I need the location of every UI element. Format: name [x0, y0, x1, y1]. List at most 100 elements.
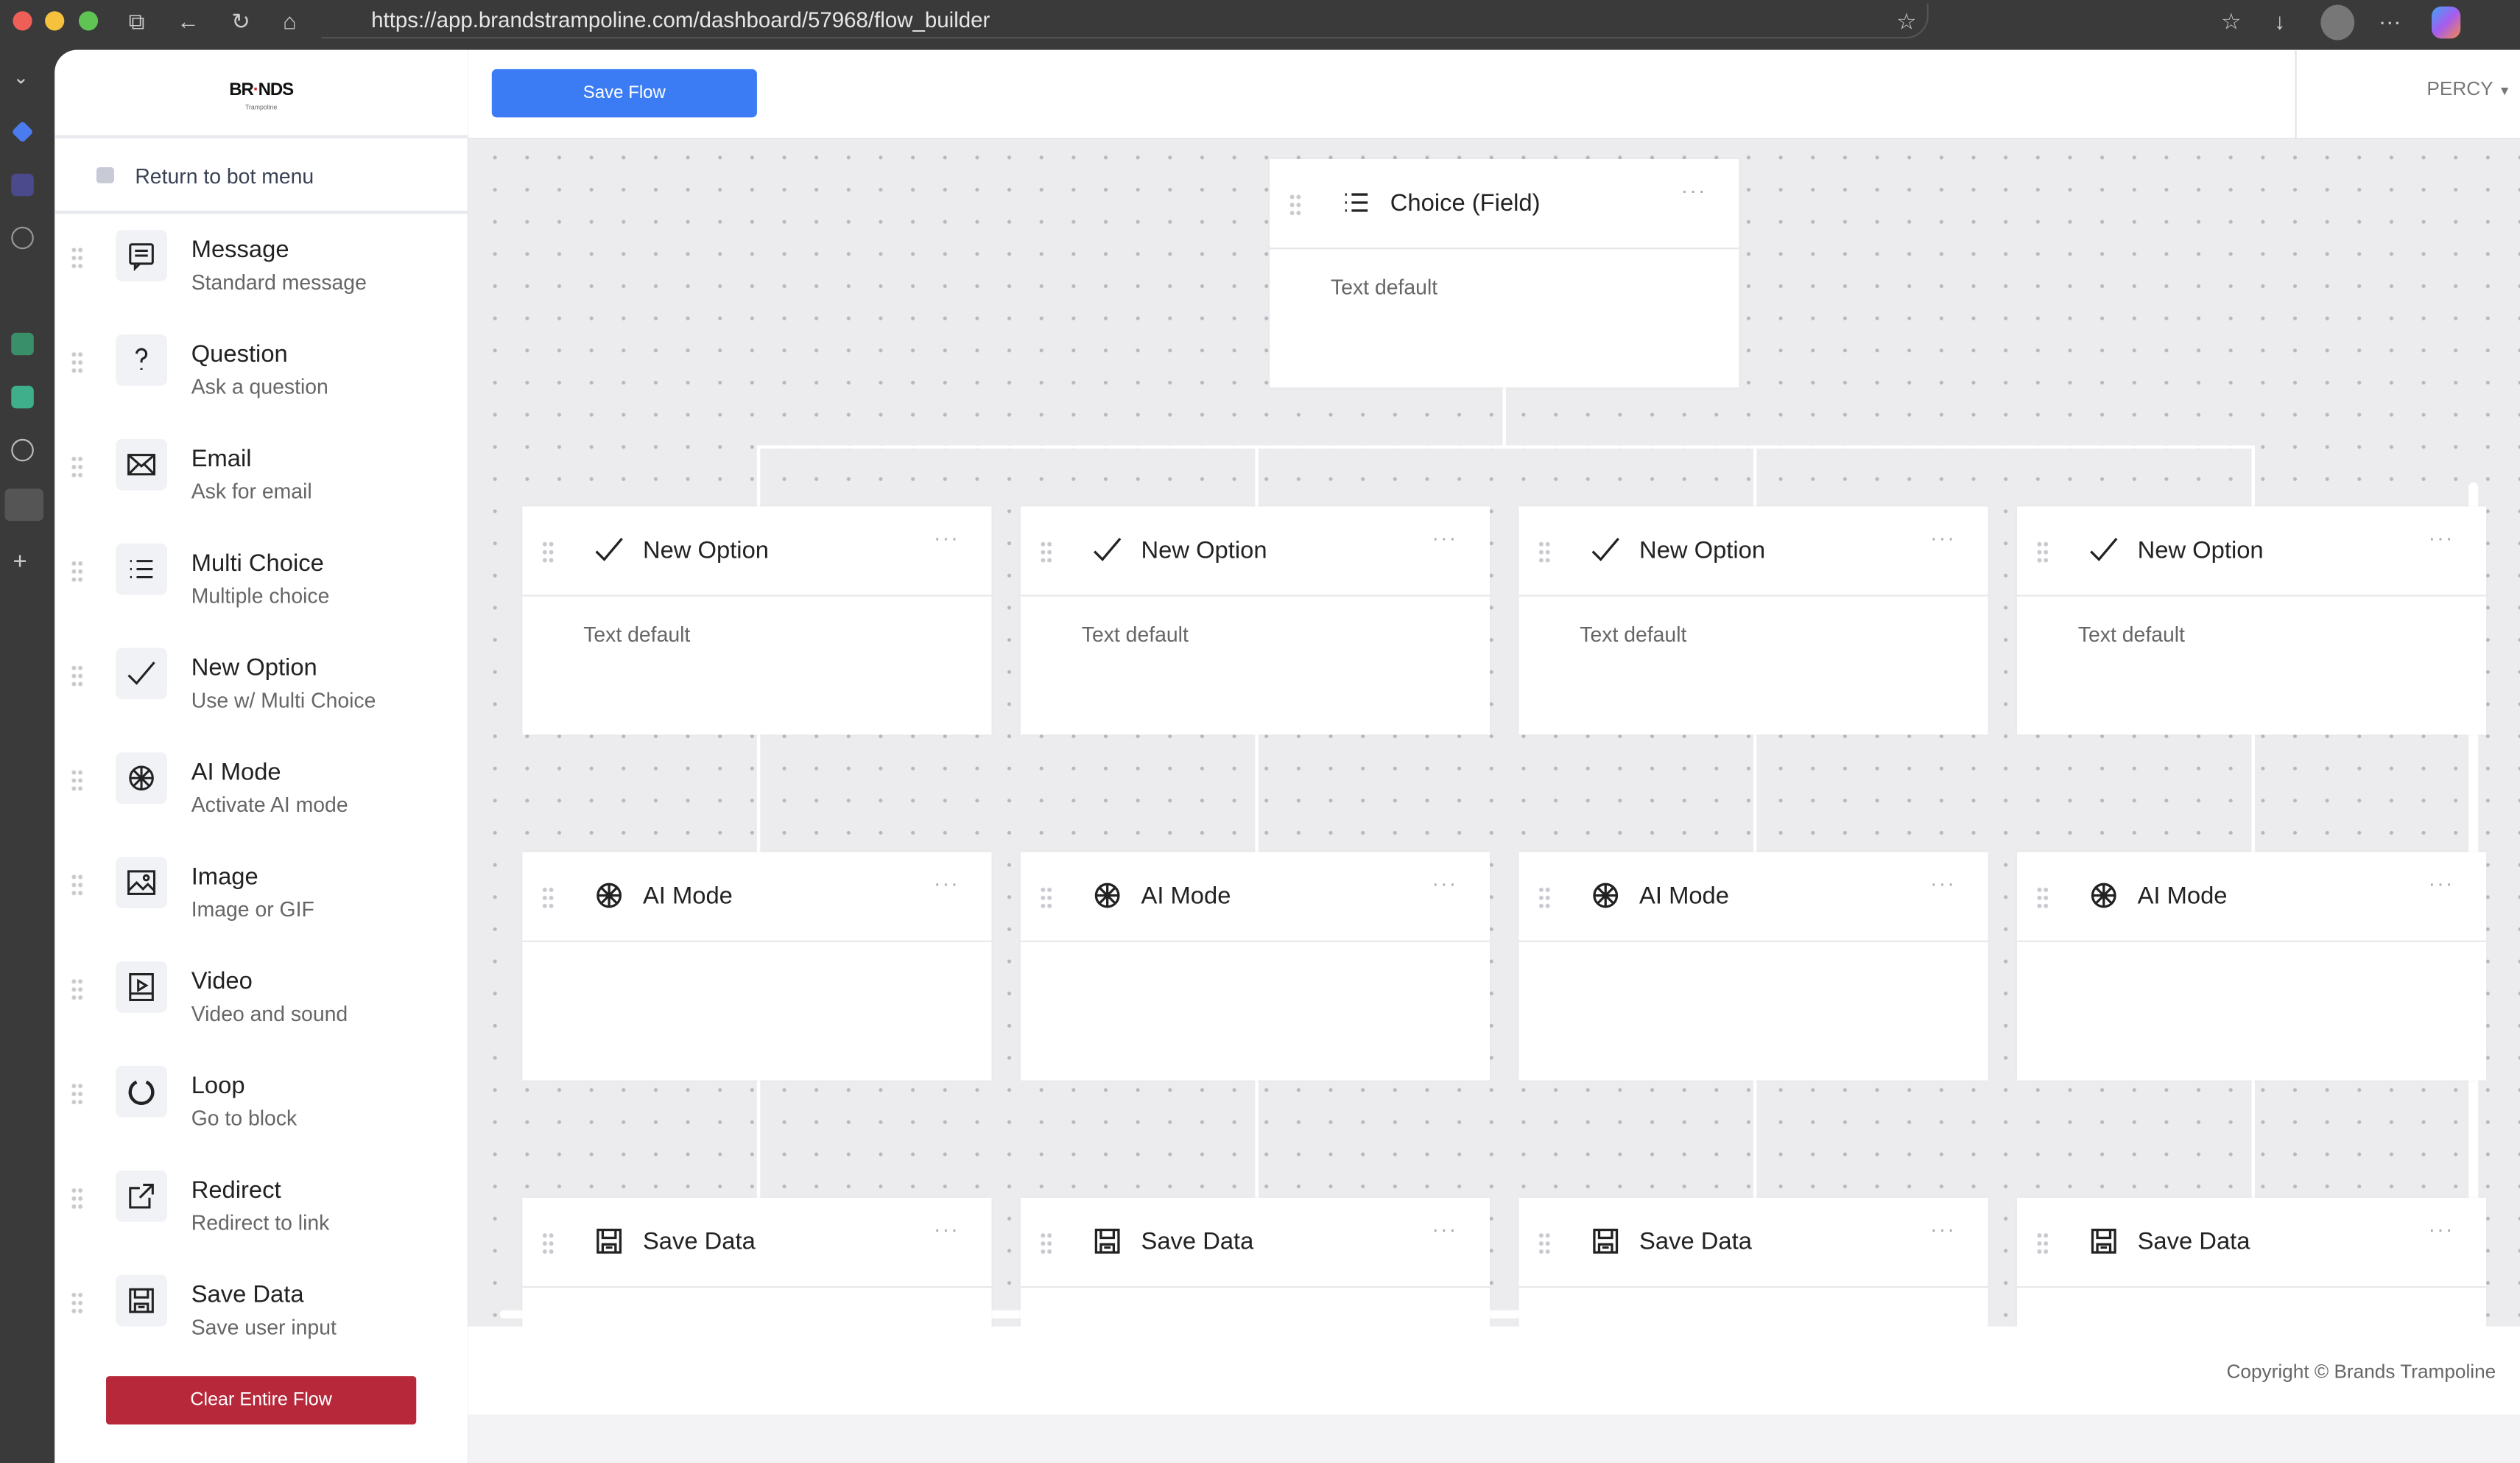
flow-node[interactable]: Save Data ···: [522, 1197, 992, 1327]
drag-handle-icon[interactable]: [1538, 540, 1552, 563]
node-menu-button[interactable]: ···: [1930, 871, 1956, 896]
sidebar-item-image[interactable]: Image Image or GIF: [54, 844, 468, 949]
user-menu[interactable]: PERCY ▼: [2426, 77, 2510, 100]
sidebar-item-email[interactable]: Email Ask for email: [54, 426, 468, 530]
app-icon[interactable]: [11, 120, 34, 144]
sidebar-item-loop[interactable]: Loop Go to block: [54, 1053, 468, 1157]
reload-icon[interactable]: ↻: [231, 8, 250, 35]
maximize-window-button[interactable]: [78, 11, 99, 31]
app-icon[interactable]: [11, 385, 34, 409]
node-title: AI Mode: [2137, 883, 2228, 911]
node-menu-button[interactable]: ···: [2429, 1217, 2454, 1241]
node-menu-button[interactable]: ···: [1432, 526, 1458, 550]
drag-handle-icon[interactable]: [541, 885, 555, 909]
sidebar-item-ai-mode[interactable]: AI Mode Activate AI mode: [54, 740, 468, 844]
flow-node[interactable]: New Option ··· Text default: [1020, 506, 1490, 735]
flow-node[interactable]: AI Mode ···: [2016, 852, 2487, 1081]
address-bar[interactable]: https://app.brandstrampoline.com/dashboa…: [321, 3, 1929, 39]
drag-handle-icon[interactable]: [71, 350, 84, 376]
drag-handle-icon[interactable]: [541, 540, 555, 563]
node-header: New Option ···: [522, 506, 992, 597]
home-icon[interactable]: ⌂: [283, 8, 296, 34]
sidebar-item-question[interactable]: Question Ask a question: [54, 321, 468, 426]
drag-handle-icon[interactable]: [71, 1081, 84, 1108]
drag-handle-icon[interactable]: [1538, 885, 1552, 909]
sidebar-item-multi-choice[interactable]: Multi Choice Multiple choice: [54, 530, 468, 635]
node-menu-button[interactable]: ···: [1432, 871, 1458, 896]
drag-handle-icon[interactable]: [71, 559, 84, 586]
sidebar-item-new-option[interactable]: New Option Use w/ Multi Choice: [54, 635, 468, 740]
drag-handle-icon[interactable]: [71, 873, 84, 899]
app-icon[interactable]: [4, 488, 43, 522]
profile-avatar[interactable]: [2320, 4, 2355, 41]
sidebar-item-title: Loop: [191, 1072, 245, 1100]
favorites-icon[interactable]: ☆: [2221, 8, 2241, 35]
sidebar-item-redirect[interactable]: Redirect Redirect to link: [54, 1157, 468, 1262]
node-menu-button[interactable]: ···: [1930, 526, 1956, 550]
drag-handle-icon[interactable]: [2036, 885, 2049, 909]
flow-node[interactable]: New Option ··· Text default: [522, 506, 992, 735]
drag-handle-icon[interactable]: [71, 455, 84, 481]
return-to-bot-menu-link[interactable]: Return to bot menu: [54, 140, 468, 214]
flow-node[interactable]: AI Mode ···: [522, 852, 992, 1081]
save-flow-button[interactable]: Save Flow: [491, 69, 757, 118]
tabs-icon[interactable]: ⧉: [129, 8, 145, 35]
download-icon[interactable]: ↓: [2274, 8, 2285, 34]
caret-down-icon: ▼: [2498, 83, 2511, 99]
close-window-button[interactable]: [13, 11, 32, 31]
drag-handle-icon[interactable]: [1040, 1231, 1053, 1255]
flow-node[interactable]: Save Data ···: [2016, 1197, 2487, 1327]
flow-canvas[interactable]: Choice (Field) ··· Text default New Opti…: [468, 138, 2520, 1327]
add-icon[interactable]: +: [13, 548, 27, 575]
drag-handle-icon[interactable]: [71, 664, 84, 690]
browser-sidebar: ⌄ +: [0, 49, 55, 1463]
drag-handle-icon[interactable]: [1040, 885, 1053, 909]
app-icon[interactable]: [11, 332, 34, 356]
more-icon[interactable]: ···: [2379, 8, 2401, 34]
sidebar-item-subtitle: Ask a question: [191, 374, 328, 399]
sidebar-item-video[interactable]: Video Video and sound: [54, 949, 468, 1053]
sidebar-item-message[interactable]: Message Standard message: [54, 217, 468, 322]
sidebar-item-save-data[interactable]: Save Data Save user input: [54, 1262, 468, 1366]
drag-handle-icon[interactable]: [71, 1291, 84, 1317]
flow-node[interactable]: New Option ··· Text default: [2016, 506, 2487, 735]
favorite-icon[interactable]: ☆: [1896, 8, 1916, 35]
node-menu-button[interactable]: ···: [1432, 1217, 1458, 1241]
minimize-window-button[interactable]: [45, 11, 65, 31]
save-icon: [116, 1274, 167, 1327]
back-icon[interactable]: ←: [177, 8, 200, 34]
connector-line: [1502, 387, 1506, 447]
node-menu-button[interactable]: ···: [2429, 526, 2454, 550]
globe-icon[interactable]: [11, 226, 34, 250]
sidebar-item-subtitle: Activate AI mode: [191, 792, 348, 817]
flow-node[interactable]: AI Mode ···: [1518, 852, 1988, 1081]
flow-node[interactable]: New Option ··· Text default: [1518, 506, 1988, 735]
drag-handle-icon[interactable]: [71, 768, 84, 795]
drag-handle-icon[interactable]: [2036, 1231, 2049, 1255]
drag-handle-icon[interactable]: [71, 977, 84, 1003]
node-menu-button[interactable]: ···: [1681, 178, 1707, 203]
chevron-down-icon[interactable]: ⌄: [13, 66, 29, 88]
sidebar-item-subtitle: Ask for email: [191, 479, 312, 504]
node-menu-button[interactable]: ···: [934, 526, 960, 550]
drag-handle-icon[interactable]: [541, 1231, 555, 1255]
clear-entire-flow-button[interactable]: Clear Entire Flow: [106, 1376, 417, 1425]
drag-handle-icon[interactable]: [1040, 540, 1053, 563]
node-menu-button[interactable]: ···: [934, 871, 960, 896]
drag-handle-icon[interactable]: [71, 1186, 84, 1213]
sidebar-item-title: Email: [191, 445, 252, 473]
globe-icon[interactable]: [11, 438, 34, 462]
app-icon[interactable]: [11, 173, 34, 197]
flow-node[interactable]: Save Data ···: [1518, 1197, 1988, 1327]
flow-node[interactable]: Save Data ···: [1020, 1197, 1490, 1327]
drag-handle-icon[interactable]: [2036, 540, 2049, 563]
node-menu-button[interactable]: ···: [1930, 1217, 1956, 1241]
copilot-icon[interactable]: [2431, 6, 2461, 39]
drag-handle-icon[interactable]: [1289, 192, 1302, 216]
node-menu-button[interactable]: ···: [934, 1217, 960, 1241]
flow-node[interactable]: Choice (Field) ··· Text default: [1270, 159, 1739, 387]
drag-handle-icon[interactable]: [71, 245, 84, 272]
flow-node[interactable]: AI Mode ···: [1020, 852, 1490, 1081]
drag-handle-icon[interactable]: [1538, 1231, 1552, 1255]
node-menu-button[interactable]: ···: [2429, 871, 2454, 896]
